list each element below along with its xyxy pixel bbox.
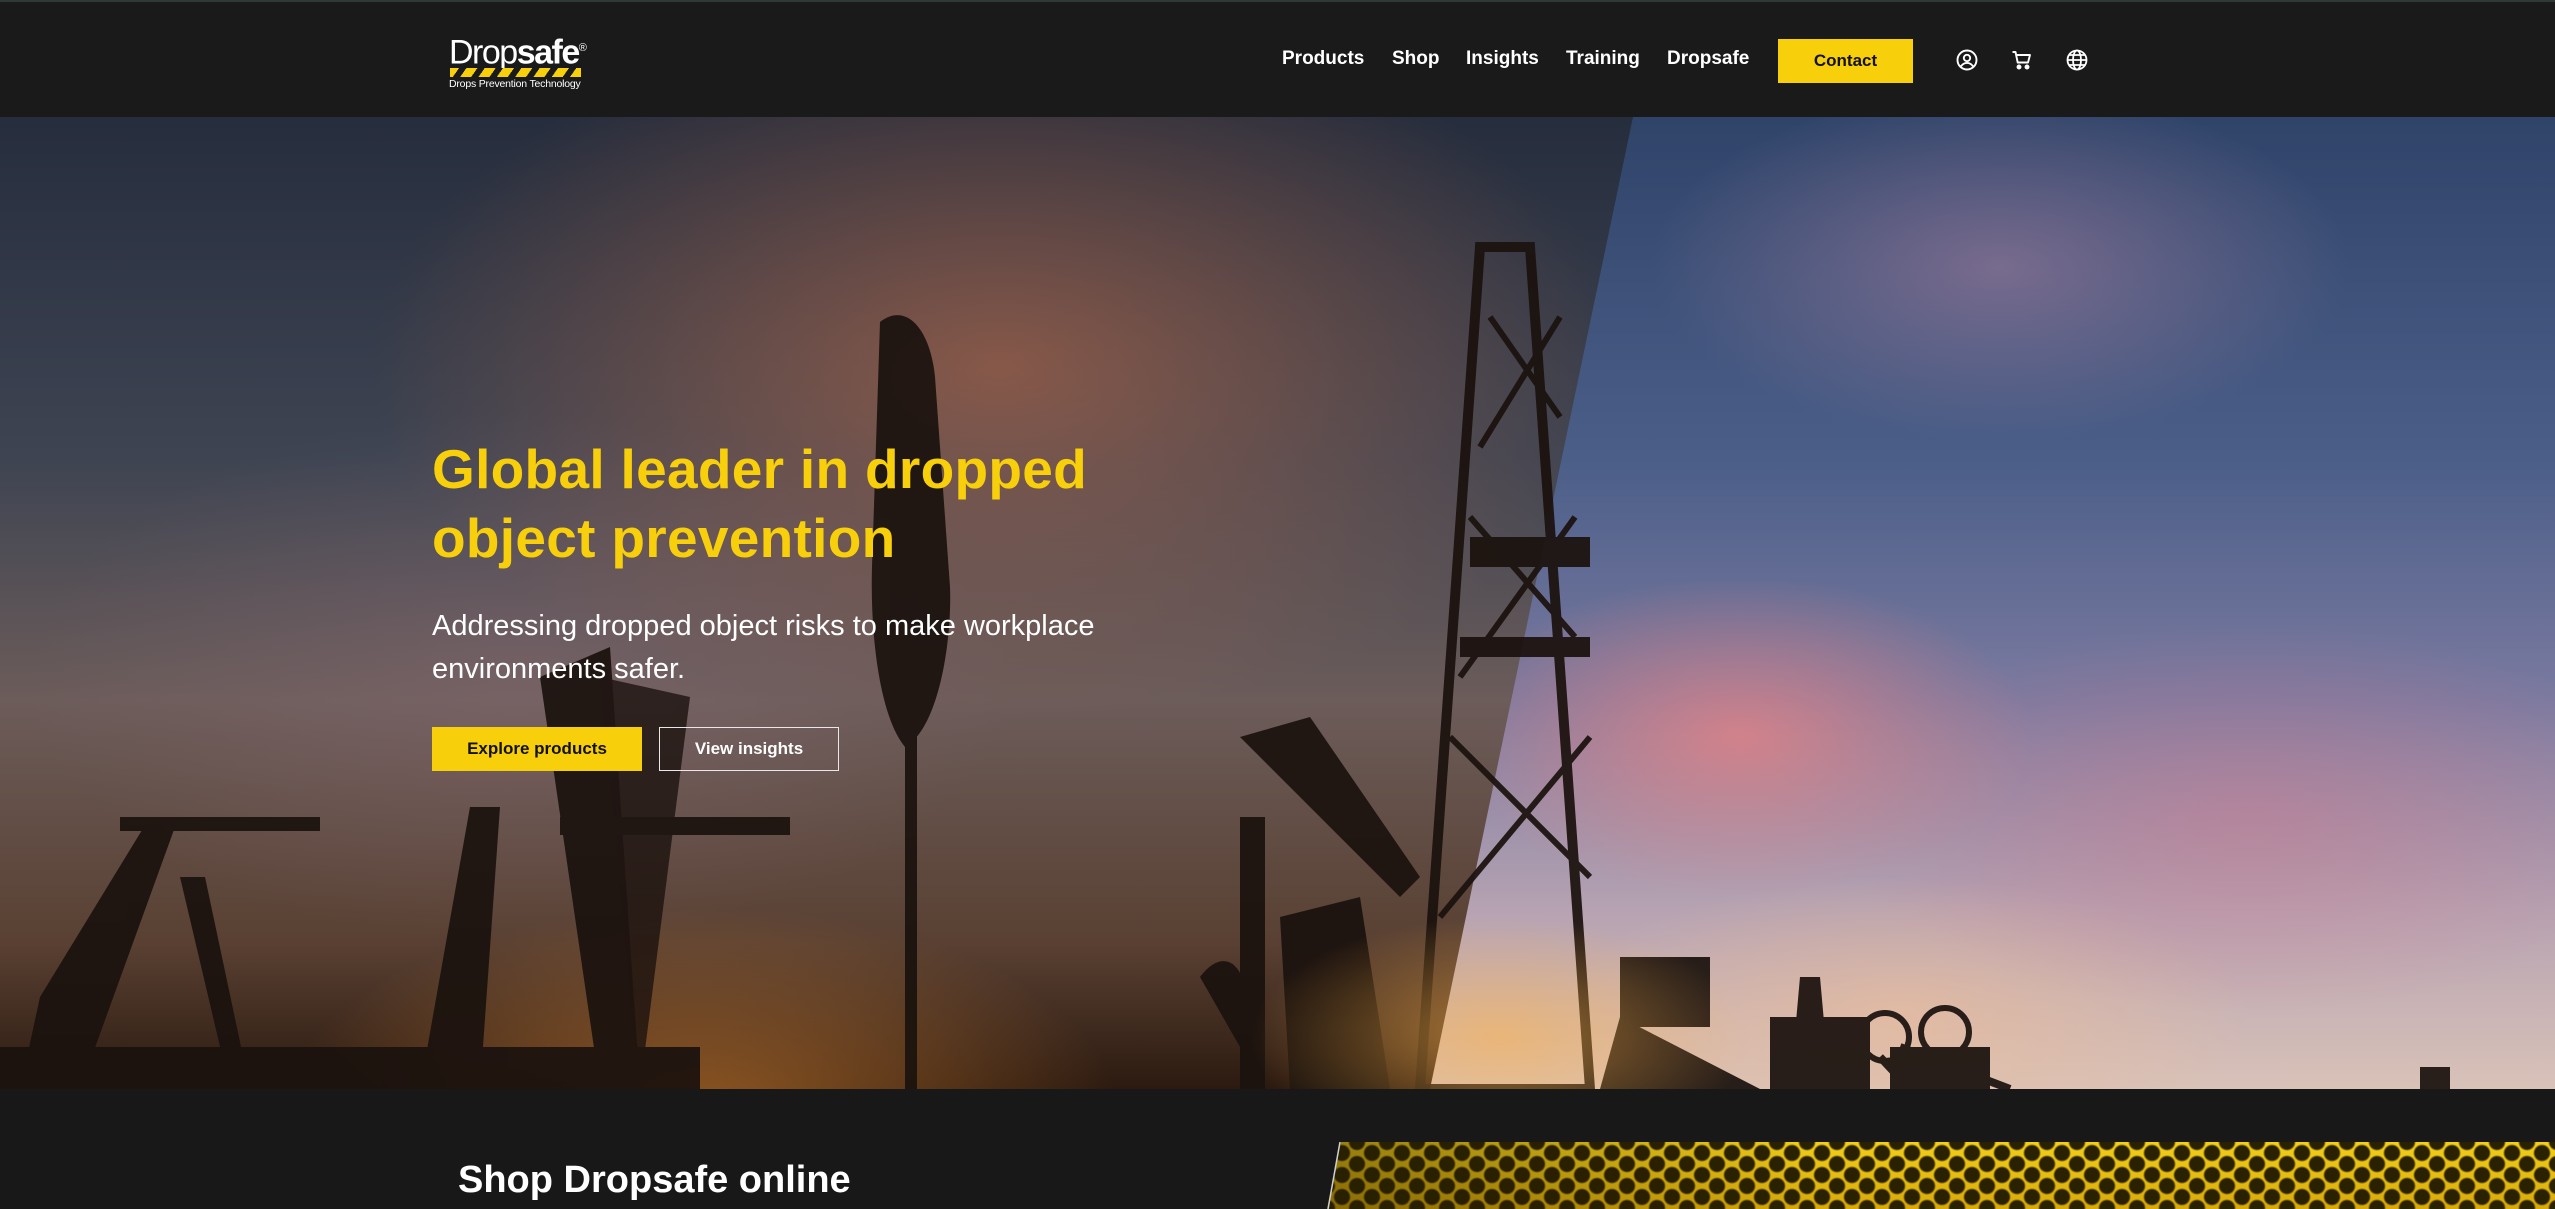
nav-shop[interactable]: Shop [1392,48,1440,74]
view-insights-button[interactable]: View insights [659,727,839,771]
nav-products[interactable]: Products [1282,48,1364,74]
nav-insights[interactable]: Insights [1466,48,1539,74]
shop-section-title: Shop Dropsafe online [458,1159,851,1201]
explore-products-button[interactable]: Explore products [432,727,642,771]
dropsafe-logo[interactable]: Dropsafe® Drops Prevention Technology [449,30,589,94]
logo-tagline: Drops Prevention Technology [449,78,581,90]
shopping-cart-icon[interactable] [2010,48,2034,72]
oilfield-sunset-image [0,242,2450,1089]
hero-title: Global leader in dropped object preventi… [432,438,1088,569]
logo-hazard-stripes [450,68,581,77]
nav-training[interactable]: Training [1566,48,1640,74]
site-header: Dropsafe® Drops Prevention Technology Pr… [0,0,2555,117]
contact-button[interactable]: Contact [1778,39,1913,83]
shop-image-divider [1327,1142,1341,1209]
hero-section: Global leader in dropped object preventi… [0,117,2555,1089]
nav-dropsafe[interactable]: Dropsafe [1667,48,1749,74]
shop-yellow-net-image [1327,1142,2555,1209]
logo-wordmark: Dropsafe® [449,33,587,72]
globe-language-icon[interactable] [2065,48,2089,72]
hero-subtitle: Addressing dropped object risks to make … [432,610,1095,685]
user-account-icon[interactable] [1955,48,1979,72]
